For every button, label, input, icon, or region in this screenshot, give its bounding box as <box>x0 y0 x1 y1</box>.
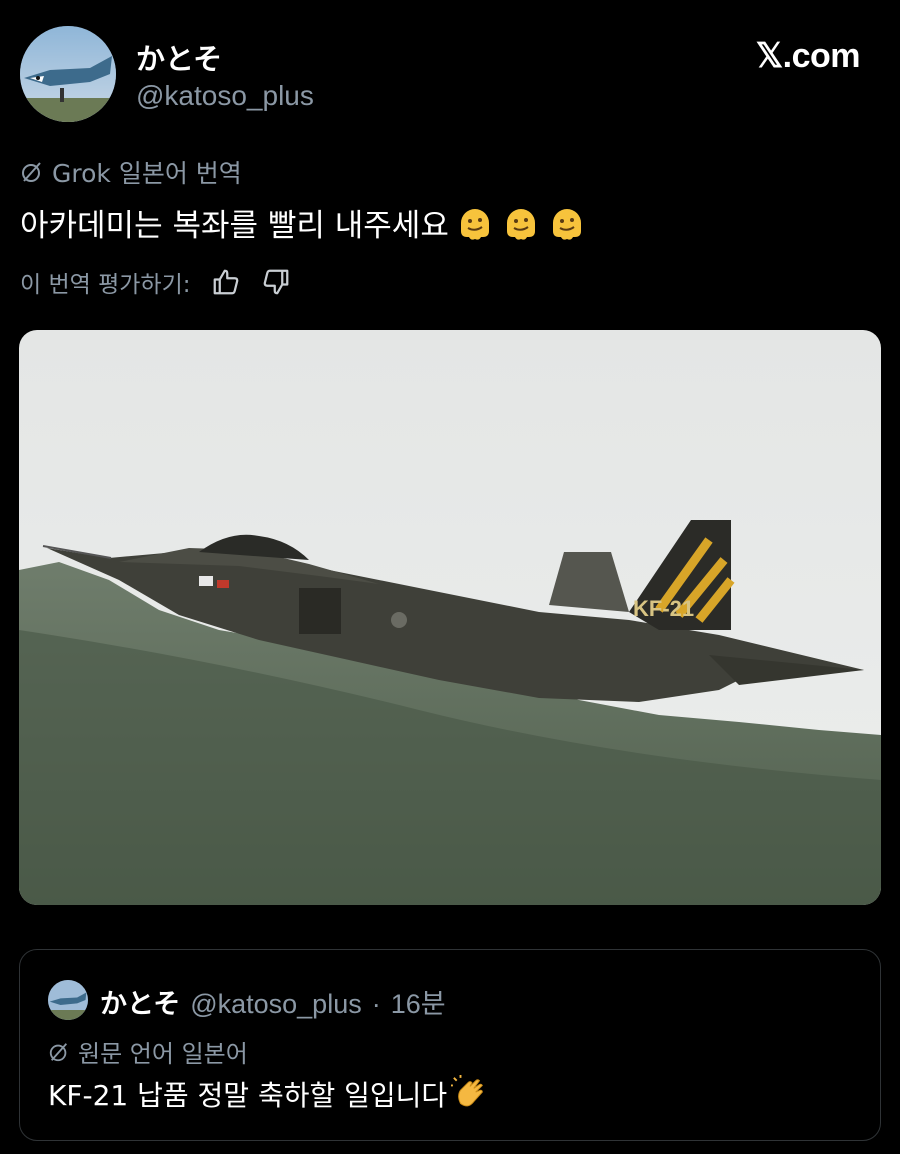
quoted-tweet[interactable]: かとそ @katoso_plus · 16분 원문 언어 일본어 KF-21 납… <box>19 949 881 1141</box>
tweet-text: 아카데미는 복좌를 빨리 내주세요 <box>20 200 587 245</box>
handle[interactable]: @katoso_plus <box>136 80 314 112</box>
quote-time[interactable]: 16분 <box>391 982 446 1021</box>
clapping-hands-emoji <box>451 1075 484 1107</box>
rate-translation: 이 번역 평가하기: <box>20 265 291 299</box>
melting-face-emoji <box>460 208 489 240</box>
avatar-jet-image <box>20 26 116 122</box>
melting-face-emoji <box>506 208 535 240</box>
thumbs-down-icon[interactable] <box>261 267 291 297</box>
quote-handle[interactable]: @katoso_plus <box>190 989 362 1020</box>
avatar-jet-image <box>48 980 88 1020</box>
quote-language-label: 원문 언어 일본어 <box>48 1034 248 1069</box>
avatar[interactable] <box>20 26 116 122</box>
fighter-jet-photo: KF-21 <box>19 330 881 905</box>
tweet-text-content: 아카데미는 복좌를 빨리 내주세요 <box>20 208 449 244</box>
quote-text: KF-21 납품 정말 축하할 일입니다 <box>48 1074 489 1114</box>
melting-face-emoji <box>552 208 581 240</box>
translation-label: Grok 일본어 번역 <box>20 154 242 190</box>
quote-language-text: 원문 언어 일본어 <box>78 1040 248 1068</box>
tail-text: KF-21 <box>633 596 694 621</box>
thumbs-up-icon[interactable] <box>211 267 241 297</box>
tweet-photo[interactable]: KF-21 <box>19 330 881 905</box>
translation-label-text: Grok 일본어 번역 <box>52 159 242 188</box>
rate-prompt: 이 번역 평가하기: <box>20 272 191 298</box>
x-logo: 𝕏.com <box>755 37 861 75</box>
quote-avatar[interactable] <box>48 980 88 1020</box>
grok-icon <box>49 1042 68 1061</box>
quote-display-name[interactable]: かとそ <box>100 982 180 1021</box>
quote-header: かとそ @katoso_plus · 16분 <box>100 982 446 1021</box>
grok-icon <box>22 162 41 182</box>
quote-text-content: KF-21 납품 정말 축하할 일입니다 <box>48 1079 448 1112</box>
display-name[interactable]: かとそ <box>136 36 222 78</box>
quote-separator: · <box>371 989 381 1019</box>
